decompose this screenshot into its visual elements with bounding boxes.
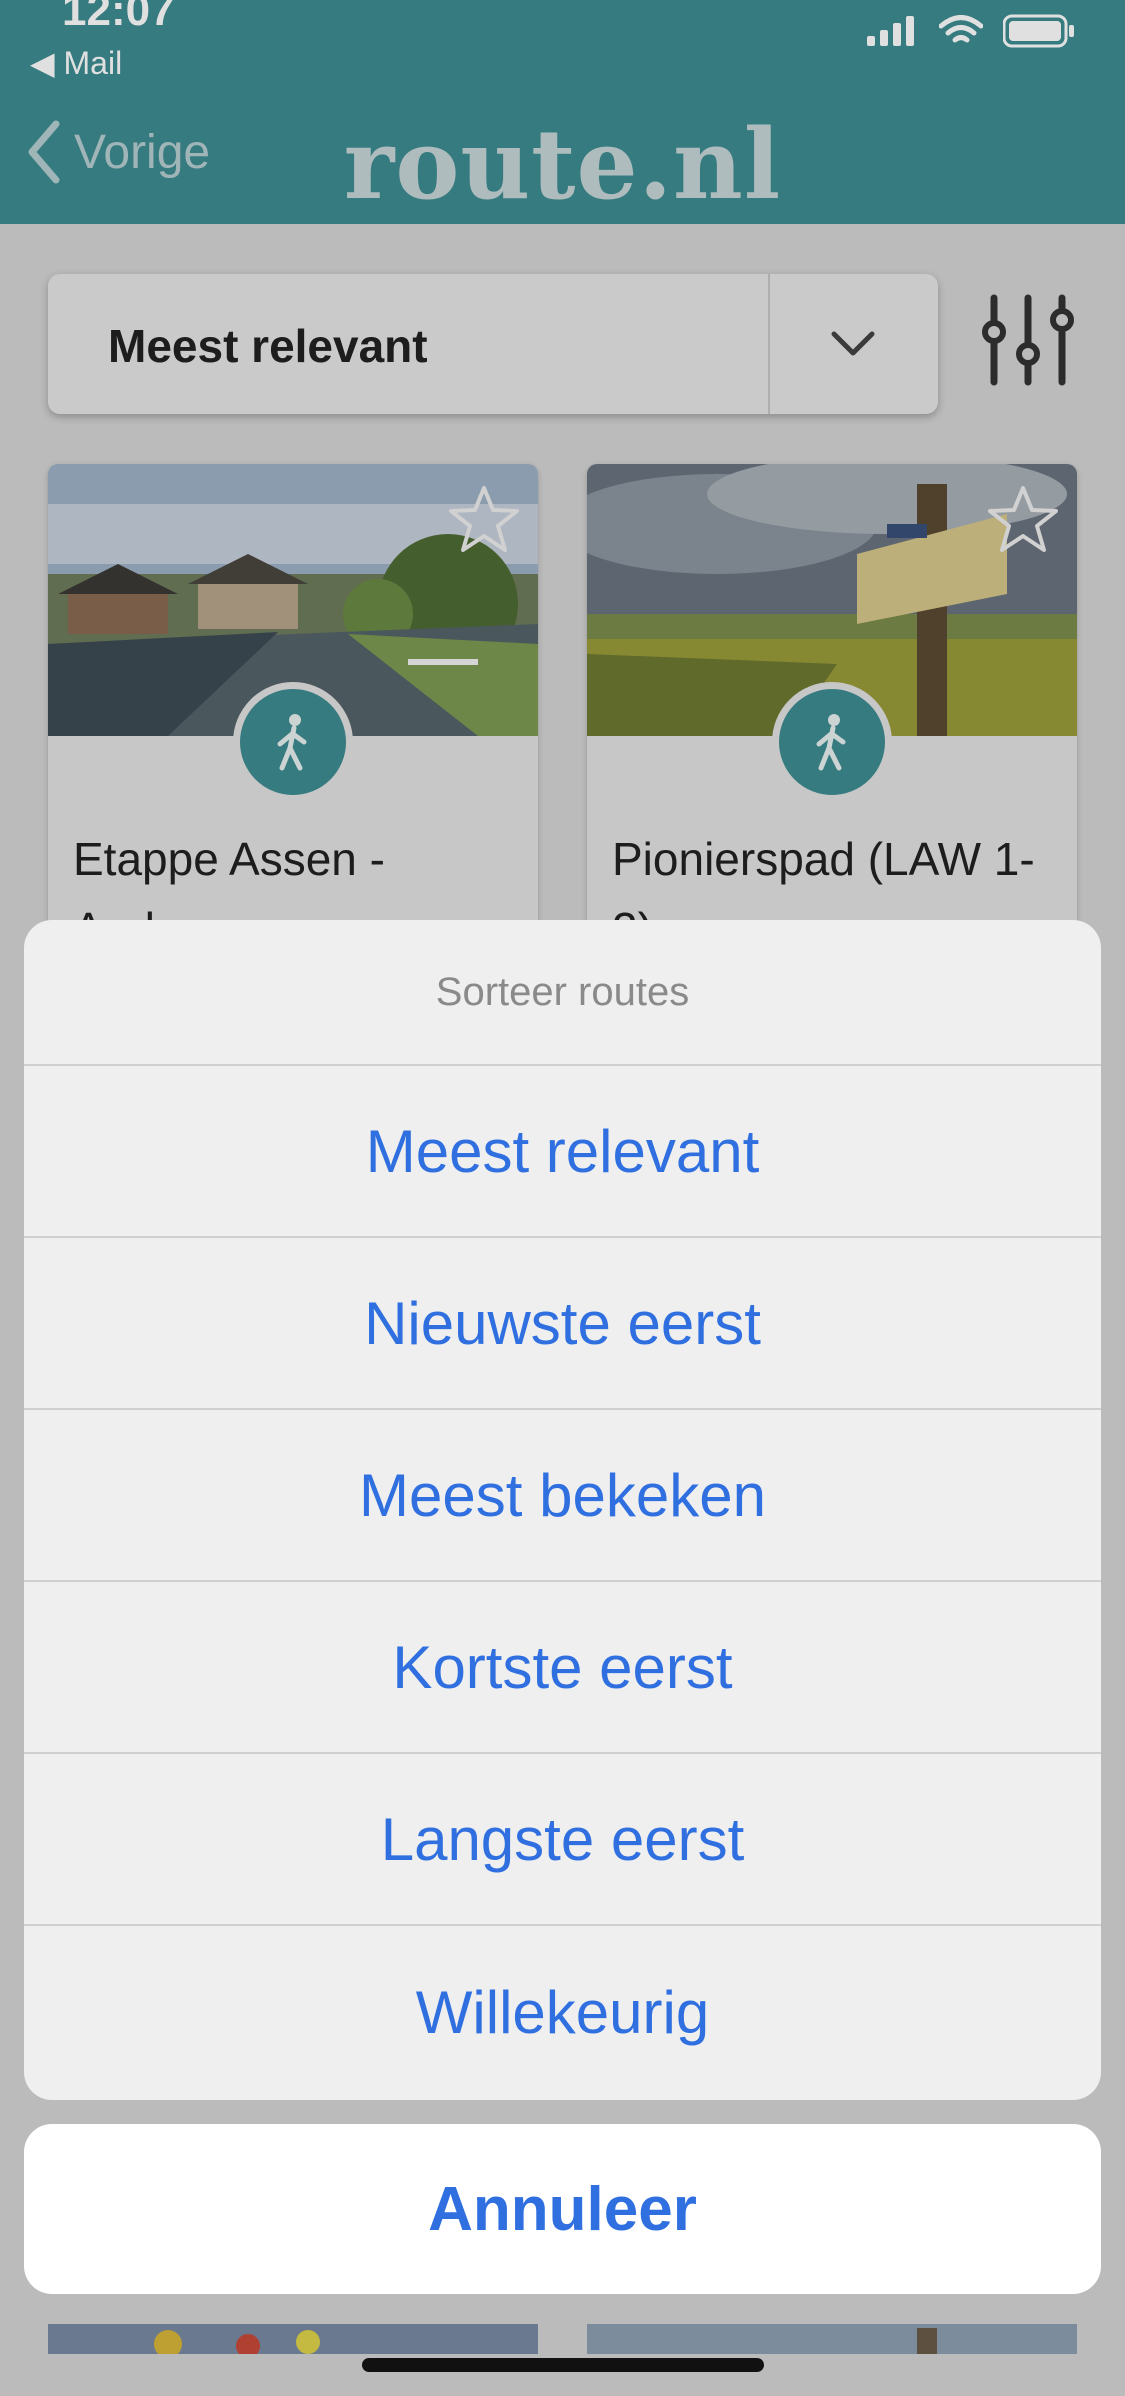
sort-option-newest-first[interactable]: Nieuwste eerst bbox=[24, 1238, 1101, 1410]
sort-action-sheet: Sorteer routes Meest relevant Nieuwste e… bbox=[24, 920, 1101, 2100]
home-indicator[interactable] bbox=[362, 2358, 764, 2372]
sort-option-random[interactable]: Willekeurig bbox=[24, 1926, 1101, 2098]
action-sheet-title: Sorteer routes bbox=[24, 920, 1101, 1066]
sort-option-longest-first[interactable]: Langste eerst bbox=[24, 1754, 1101, 1926]
sort-option-shortest-first[interactable]: Kortste eerst bbox=[24, 1582, 1101, 1754]
sort-option-most-viewed[interactable]: Meest bekeken bbox=[24, 1410, 1101, 1582]
sort-option-most-relevant[interactable]: Meest relevant bbox=[24, 1066, 1101, 1238]
cancel-button[interactable]: Annuleer bbox=[24, 2124, 1101, 2294]
